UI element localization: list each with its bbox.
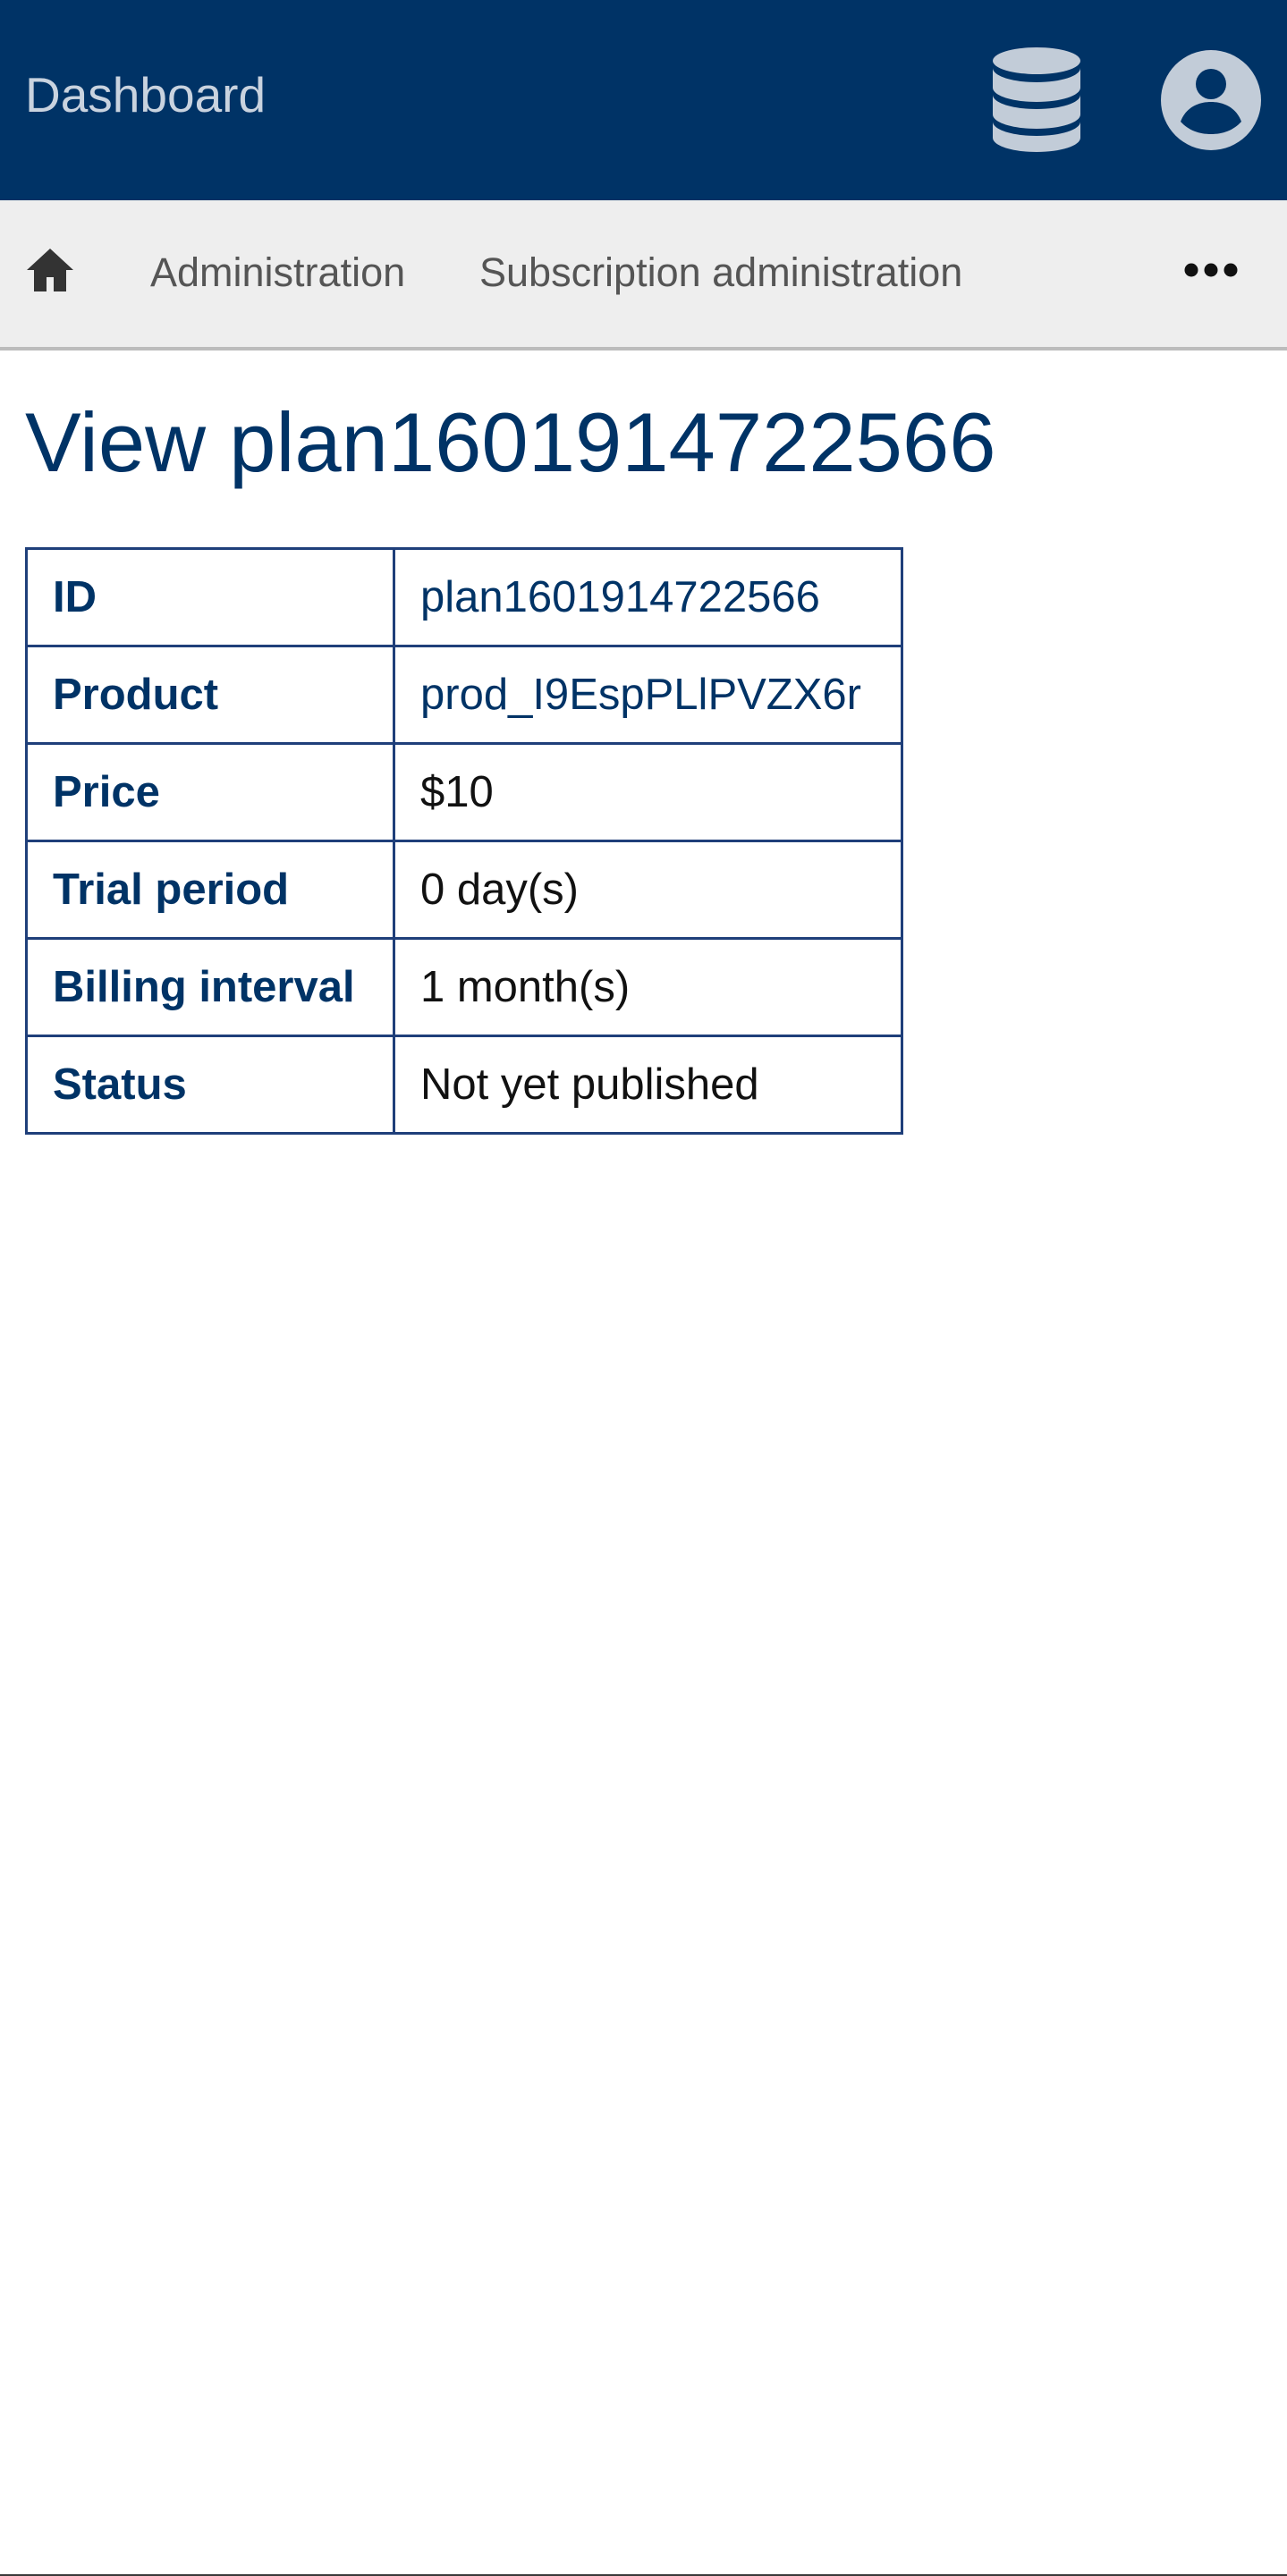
dashboard-link[interactable]: Dashboard [25,68,266,122]
row-value: Not yet published [393,1035,903,1135]
row-label: ID [25,547,395,647]
user-account-icon[interactable] [1161,50,1261,150]
row-label: Product [25,645,395,745]
table-row: Trial period 0 day(s) [25,840,903,940]
row-value: $10 [393,742,903,842]
table-row: ID plan1601914722566 [25,547,903,647]
row-value: 0 day(s) [393,840,903,940]
row-label: Price [25,742,395,842]
more-options-icon[interactable] [1182,259,1240,281]
product-link[interactable]: prod_I9EspPLlPVZX6r [393,645,903,745]
row-label: Trial period [25,840,395,940]
plan-id-link[interactable]: plan1601914722566 [393,547,903,647]
row-label: Billing interval [25,937,395,1037]
database-icon[interactable] [991,46,1082,152]
row-value: 1 month(s) [393,937,903,1037]
nav-item-administration[interactable]: Administration [150,249,405,296]
plan-details-table: ID plan1601914722566 Product prod_I9EspP… [25,547,903,1135]
table-row: Billing interval 1 month(s) [25,937,903,1037]
row-label: Status [25,1035,395,1135]
nav-item-subscription-administration[interactable]: Subscription administration [479,249,962,296]
breadcrumb-nav: Administration Subscription administrati… [0,200,1287,351]
top-bar: Dashboard [0,0,1287,200]
home-icon[interactable] [25,245,75,295]
table-row: Status Not yet published [25,1035,903,1135]
page-title: View plan1601914722566 [25,395,996,489]
table-row: Price $10 [25,742,903,842]
table-row: Product prod_I9EspPLlPVZX6r [25,645,903,745]
